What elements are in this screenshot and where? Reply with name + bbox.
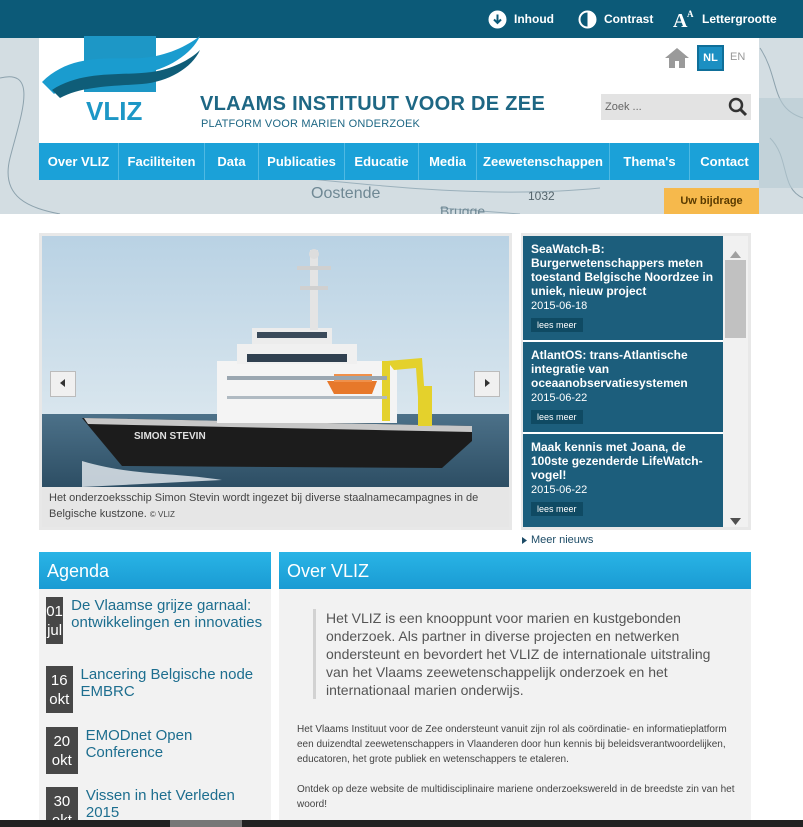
read-more-button[interactable]: lees meer: [531, 318, 583, 332]
caret-right-icon: [522, 536, 527, 544]
about-panel: Over VLIZ Het VLIZ is een knooppunt voor…: [279, 552, 751, 827]
content-link[interactable]: Inhoud: [488, 9, 554, 29]
read-more-button[interactable]: lees meer: [531, 410, 583, 424]
search-box: [601, 94, 751, 120]
agenda-title: Agenda: [39, 552, 271, 589]
site-title: VLAAMS INSTITUUT VOOR DE ZEE: [200, 93, 546, 115]
contrast-label: Contrast: [604, 12, 654, 26]
slide-credit: © VLIZ: [149, 510, 175, 519]
news-item[interactable]: Maak kennis met Joana, de 100ste gezende…: [523, 434, 723, 527]
svg-text:A: A: [687, 9, 694, 19]
fontsize-link[interactable]: AA Lettergrootte: [673, 9, 777, 29]
horizontal-scrollbar-thumb[interactable]: [170, 820, 242, 827]
read-more-button[interactable]: lees meer: [531, 502, 583, 516]
agenda-day: 16: [50, 671, 68, 689]
ship-name: SIMON STEVIN: [134, 431, 206, 442]
agenda-item[interactable]: 20 okt EMODnet Open Conference: [46, 727, 266, 774]
nav-item-themas[interactable]: Thema's: [610, 143, 690, 180]
agenda-item[interactable]: 01 jul De Vlaamse grijze garnaal: ontwikk…: [46, 597, 266, 644]
slide-caption-text: Het onderzoeksschip Simon Stevin wordt i…: [49, 492, 479, 520]
news-date: 2015-06-18: [531, 300, 588, 312]
nav-item-data[interactable]: Data: [205, 143, 259, 180]
news-title[interactable]: AtlantOS: trans-Atlantische integratie v…: [531, 348, 715, 390]
more-news-link[interactable]: Meer nieuws: [522, 534, 593, 546]
agenda-panel: Agenda 01 jul De Vlaamse grijze garnaal: …: [39, 552, 271, 827]
fontsize-label: Lettergrootte: [702, 12, 777, 26]
site-subtitle: PLATFORM VOOR MARIEN ONDERZOEK: [201, 118, 421, 130]
slide-prev-button[interactable]: [50, 371, 76, 397]
nav-item-over-vliz[interactable]: Over VLIZ: [39, 143, 119, 180]
about-quote: Het VLIZ is een knooppunt voor marien en…: [313, 609, 733, 699]
news-date: 2015-06-22: [531, 392, 588, 404]
more-news-label: Meer nieuws: [531, 534, 594, 546]
vliz-logo[interactable]: VLIZ: [42, 34, 202, 126]
nav-item-media[interactable]: Media: [419, 143, 477, 180]
home-icon[interactable]: [664, 47, 690, 74]
nav-item-educatie[interactable]: Educatie: [345, 143, 419, 180]
slide-caption: Het onderzoeksschip Simon Stevin wordt i…: [42, 487, 509, 527]
about-paragraph: Het Vlaams Instituut voor de Zee onderst…: [297, 724, 727, 765]
news-item[interactable]: AtlantOS: trans-Atlantische integratie v…: [523, 342, 723, 432]
agenda-day: 01: [46, 602, 63, 620]
agenda-month: jul: [47, 621, 63, 639]
agenda-day: 30: [53, 792, 71, 810]
agenda-month: okt: [49, 690, 70, 708]
agenda-date: 01 jul: [46, 597, 64, 644]
main-navigation: Over VLIZ Faciliteiten Data Publicaties …: [39, 143, 759, 180]
search-input[interactable]: [601, 94, 725, 120]
agenda-item-title[interactable]: EMODnet Open Conference: [86, 727, 266, 774]
language-en-link[interactable]: EN: [730, 51, 745, 63]
about-paragraph: Ontdek op deze website de multidisciplin…: [297, 784, 735, 810]
news-title[interactable]: SeaWatch-B: Burgerwetenschappers meten t…: [531, 242, 715, 298]
nav-item-publicaties[interactable]: Publicaties: [259, 143, 345, 180]
news-title[interactable]: Maak kennis met Joana, de 100ste gezende…: [531, 440, 715, 482]
scroll-down-icon[interactable]: [730, 512, 741, 530]
nav-item-faciliteiten[interactable]: Faciliteiten: [119, 143, 205, 180]
search-icon[interactable]: [728, 97, 748, 122]
map-label-oostende: Oostende: [311, 185, 380, 202]
news-scrollbar-thumb[interactable]: [725, 260, 746, 338]
contrast-link[interactable]: Contrast: [578, 9, 653, 29]
font-size-icon: AA: [673, 9, 695, 29]
logo-text: VLIZ: [86, 96, 142, 124]
arrow-down-circle-icon: [488, 10, 507, 29]
content-label: Inhoud: [514, 12, 554, 26]
contrast-icon: [578, 10, 597, 29]
slide-next-button[interactable]: [474, 371, 500, 397]
news-item[interactable]: SeaWatch-B: Burgerwetenschappers meten t…: [523, 236, 723, 340]
agenda-date: 20 okt: [46, 727, 78, 774]
utility-bar: Inhoud Contrast AA Lettergrootte: [0, 0, 803, 38]
contribute-button[interactable]: Uw bijdrage: [664, 188, 759, 214]
agenda-item-title[interactable]: De Vlaamse grijze garnaal: ontwikkelinge…: [71, 597, 266, 644]
svg-text:A: A: [673, 10, 688, 29]
map-label-depth: 1032: [528, 189, 555, 203]
nav-item-contact[interactable]: Contact: [690, 143, 759, 180]
chevron-right-icon: [482, 375, 492, 393]
agenda-month: okt: [51, 751, 72, 769]
nav-item-zeewetenschappen[interactable]: Zeewetenschappen: [477, 143, 610, 180]
horizontal-scrollbar[interactable]: [0, 820, 803, 827]
news-list: SeaWatch-B: Burgerwetenschappers meten t…: [523, 236, 723, 527]
agenda-item-title[interactable]: Lancering Belgische node EMBRC: [81, 666, 267, 713]
news-date: 2015-06-22: [531, 484, 588, 496]
agenda-date: 16 okt: [46, 666, 73, 713]
agenda-item[interactable]: 16 okt Lancering Belgische node EMBRC: [46, 666, 266, 713]
agenda-day: 20: [53, 732, 71, 750]
map-label-brugge: Brugge: [440, 203, 485, 214]
about-title: Over VLIZ: [279, 552, 751, 589]
slide-image: SIMON STEVIN: [42, 236, 509, 487]
language-nl-button[interactable]: NL: [697, 45, 724, 71]
chevron-left-icon: [58, 375, 68, 393]
